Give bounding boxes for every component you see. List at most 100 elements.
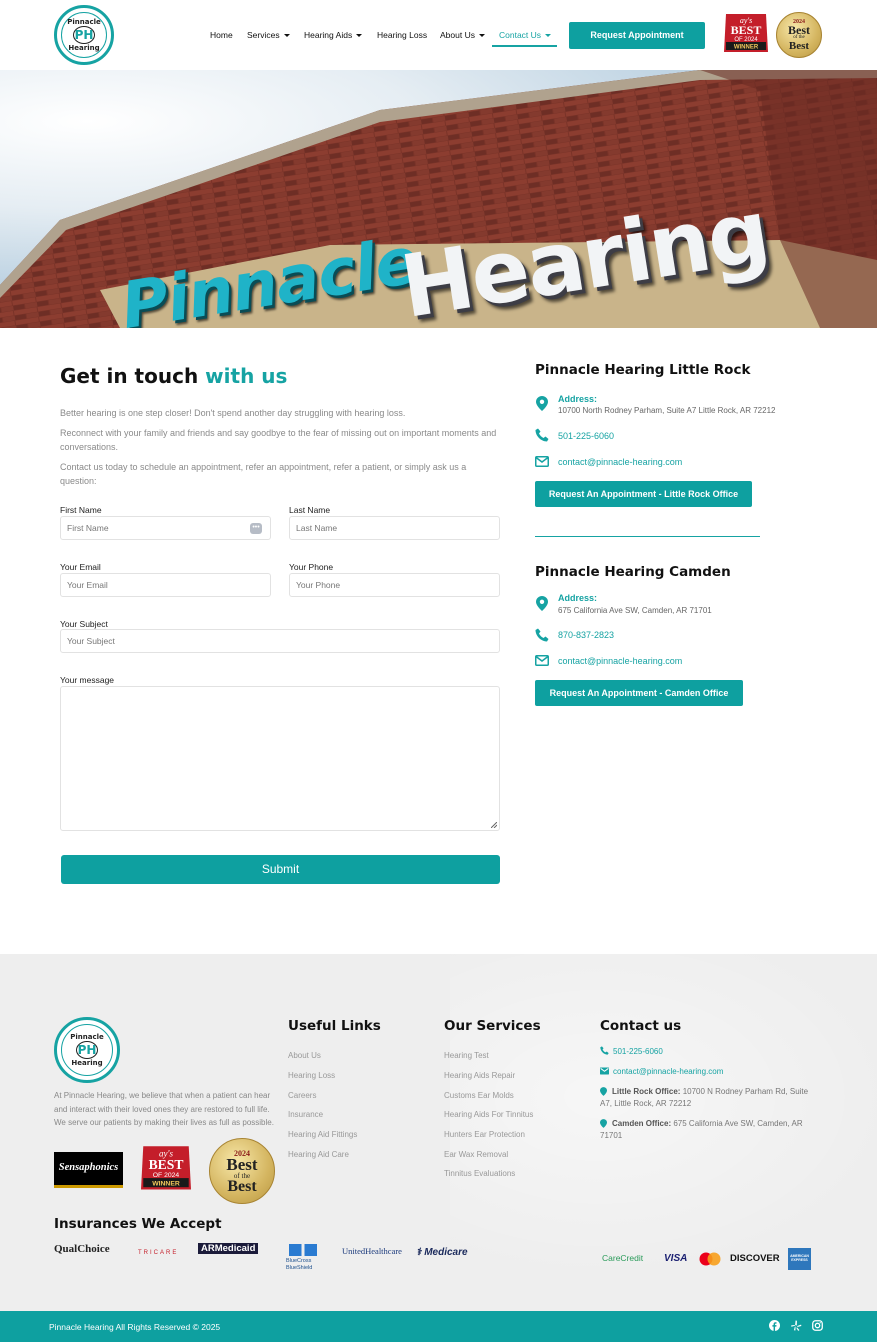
logo-monogram: PH [73, 26, 95, 44]
little-rock-title: Pinnacle Hearing Little Rock [535, 362, 751, 378]
footer-link-hearing-aid-fittings[interactable]: Hearing Aid Fittings [288, 1130, 357, 1139]
footer-phone-link[interactable]: 501-225-6060 [613, 1047, 663, 1056]
chevron-down-icon [283, 34, 290, 38]
autofill-dots-icon[interactable]: ••• [250, 523, 262, 534]
address-label: Address: [558, 593, 598, 603]
best-of-the-best-award: 2024 Best of the Best [776, 12, 822, 58]
map-pin-icon [536, 596, 548, 611]
intro-paragraph-1: Better hearing is one step closer! Don't… [60, 408, 406, 418]
envelope-icon [535, 456, 549, 467]
footer-link-hearing-aid-care[interactable]: Hearing Aid Care [288, 1150, 349, 1159]
best-of-2024-award: ay's BEST OF 2024 WINNER [141, 1146, 191, 1190]
camden-title: Pinnacle Hearing Camden [535, 564, 731, 580]
svg-text:WINNER: WINNER [734, 45, 759, 51]
location-divider [535, 536, 760, 537]
footer-little-rock-address: Little Rock Office: 10700 N Rodney Parha… [600, 1087, 809, 1108]
nav-hearing-aids[interactable]: Hearing Aids [304, 30, 363, 40]
phone-icon [535, 428, 549, 442]
last-name-field[interactable]: Last Name [289, 516, 500, 540]
svg-text:OF 2024: OF 2024 [153, 1172, 180, 1179]
unitedhealthcare-logo: UnitedHealthcare [342, 1246, 402, 1256]
footer-link-careers[interactable]: Careers [288, 1091, 316, 1100]
logo-top-text: Pinnacle [67, 18, 101, 26]
nav-home[interactable]: Home [210, 30, 233, 40]
footer-description: At Pinnacle Hearing, we believe that whe… [54, 1091, 274, 1127]
svg-text:BEST: BEST [149, 1157, 184, 1172]
footer-service-link[interactable]: Hearing Test [444, 1051, 489, 1060]
amex-logo: AMERICAN EXPRESS [788, 1248, 811, 1270]
first-name-label: First Name [60, 505, 102, 515]
email-label: Your Email [60, 562, 101, 572]
envelope-icon [600, 1067, 609, 1075]
visa-logo: VISA [664, 1253, 688, 1264]
discover-logo: DISCOVER [730, 1253, 780, 1264]
best-of-the-best-award: 2024 Best of the Best [209, 1138, 275, 1204]
copyright-text: Pinnacle Hearing All Rights Reserved © 2… [49, 1322, 221, 1332]
envelope-icon [535, 655, 549, 666]
first-name-field[interactable]: First Name ••• [60, 516, 271, 540]
footer-service-link[interactable]: Hunters Ear Protection [444, 1130, 525, 1139]
insurances-heading: Insurances We Accept [54, 1216, 222, 1232]
nav-contact-us[interactable]: Contact Us [499, 30, 552, 40]
chevron-down-icon [478, 34, 485, 38]
contact-heading: Get in touch with us [60, 364, 288, 388]
address-label: Address: [558, 394, 598, 404]
footer-link-hearing-loss[interactable]: Hearing Loss [288, 1071, 335, 1080]
qualchoice-logo: QualChoice [54, 1243, 110, 1255]
footer-service-link[interactable]: Hearing Aids For Tinnitus [444, 1110, 533, 1119]
phone-field[interactable]: Your Phone [289, 573, 500, 597]
mastercard-logo [699, 1252, 721, 1266]
useful-links-heading: Useful Links [288, 1018, 381, 1034]
phone-label: Your Phone [289, 562, 334, 572]
instagram-icon[interactable] [812, 1320, 823, 1331]
phone-icon [535, 628, 549, 642]
hero-banner: Pinnacle Hearing [0, 70, 877, 328]
facebook-icon[interactable] [769, 1320, 780, 1331]
little-rock-phone-link[interactable]: 501-225-6060 [558, 431, 614, 441]
best-of-2024-award: ay's BEST OF 2024 WINNER [724, 14, 768, 52]
camden-appointment-button[interactable]: Request An Appointment - Camden Office [535, 680, 743, 706]
resize-handle-icon[interactable] [491, 822, 497, 828]
svg-text:OF 2024: OF 2024 [734, 37, 758, 43]
contact-us-heading: Contact us [600, 1018, 682, 1034]
message-label: Your message [60, 675, 115, 685]
chevron-down-icon [356, 34, 363, 38]
our-services-heading: Our Services [444, 1018, 541, 1034]
nav-services[interactable]: Services [247, 30, 290, 40]
ar-medicaid-logo: ARMedicaid [198, 1243, 259, 1254]
yelp-icon[interactable] [791, 1320, 802, 1331]
pinnacle-logo[interactable]: Pinnacle PH Hearing [54, 5, 114, 65]
chevron-down-icon [545, 34, 552, 38]
camden-email-link[interactable]: contact@pinnacle-hearing.com [558, 656, 682, 666]
footer-service-link[interactable]: Customs Ear Molds [444, 1091, 514, 1100]
little-rock-email-link[interactable]: contact@pinnacle-hearing.com [558, 457, 682, 467]
footer-service-link[interactable]: Tinnitus Evaluations [444, 1169, 515, 1178]
subject-field[interactable]: Your Subject [60, 629, 500, 653]
submit-button[interactable]: Submit [61, 855, 500, 884]
camden-phone-link[interactable]: 870-837-2823 [558, 630, 614, 640]
medicare-logo: ⚕ Medicare [416, 1247, 468, 1258]
request-appointment-button[interactable]: Request Appointment [569, 22, 705, 49]
message-textarea[interactable] [60, 686, 500, 831]
footer-link-insurance[interactable]: Insurance [288, 1110, 323, 1119]
nav-about-us[interactable]: About Us [440, 30, 485, 40]
footer-logo[interactable]: Pinnacle PH Hearing [54, 1017, 120, 1083]
tricare-logo: TRICARE [138, 1250, 179, 1256]
svg-text:WINNER: WINNER [152, 1180, 180, 1187]
carecredit-logo: CareCredit [602, 1253, 644, 1263]
little-rock-address: 10700 North Rodney Parham, Suite A7 Litt… [558, 406, 776, 415]
intro-paragraph-2: Reconnect with your family and friends a… [60, 428, 497, 452]
footer-email-link[interactable]: contact@pinnacle-hearing.com [613, 1067, 723, 1076]
nav-hearing-loss[interactable]: Hearing Loss [377, 30, 427, 40]
footer-service-link[interactable]: Hearing Aids Repair [444, 1071, 515, 1080]
footer-service-link[interactable]: Ear Wax Removal [444, 1150, 508, 1159]
camden-address: 675 California Ave SW, Camden, AR 71701 [558, 606, 712, 615]
phone-icon [600, 1046, 609, 1055]
footer-link-about-us[interactable]: About Us [288, 1051, 321, 1060]
footer-camden-address: Camden Office: 675 California Ave SW, Ca… [600, 1119, 803, 1140]
svg-text:BEST: BEST [731, 23, 762, 37]
site-header: Pinnacle PH Hearing Home Services Hearin… [0, 0, 877, 70]
email-field[interactable]: Your Email [60, 573, 271, 597]
little-rock-appointment-button[interactable]: Request An Appointment - Little Rock Off… [535, 481, 752, 507]
nav-active-indicator [492, 45, 557, 47]
